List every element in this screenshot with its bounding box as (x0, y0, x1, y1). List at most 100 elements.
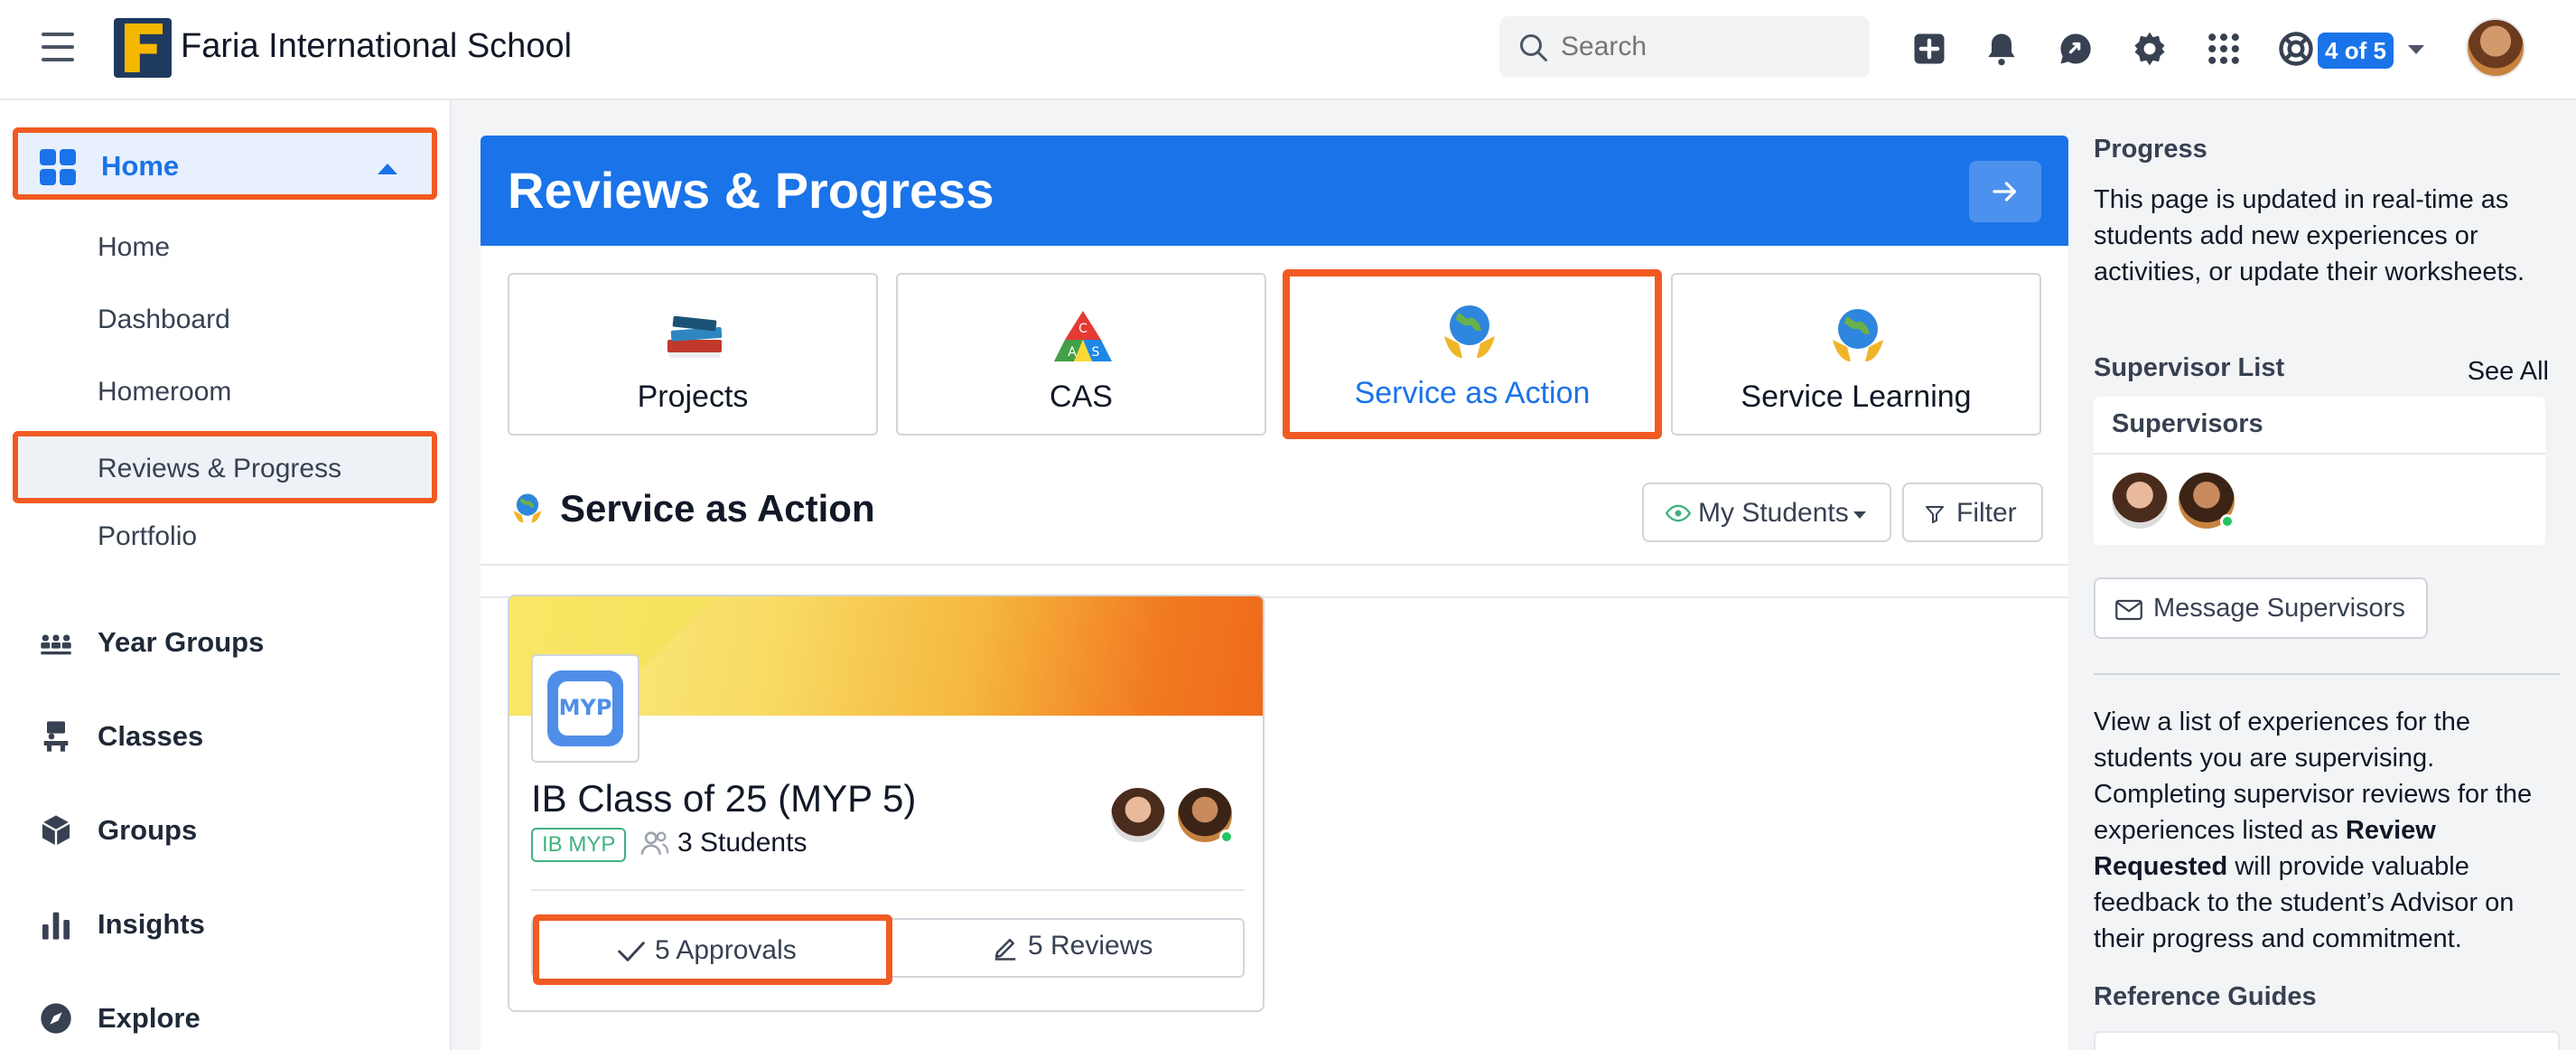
sidebar-item-classes[interactable]: Classes (0, 704, 452, 767)
tab-projects[interactable]: Projects (508, 273, 878, 436)
right-panel: Progress This page is updated in real-ti… (2077, 100, 2576, 1050)
dashboard-grid-icon (40, 149, 78, 187)
approvals-label: 5 Approvals (655, 935, 797, 965)
user-avatar[interactable] (2466, 18, 2525, 78)
chevron-up-icon[interactable] (378, 164, 397, 174)
supervisor-list-heading: Supervisor List (2094, 353, 2285, 382)
search-icon (1520, 34, 1547, 61)
pencil-icon (994, 939, 1016, 961)
sidebar-subitem-portfolio[interactable]: Portfolio (98, 521, 197, 552)
tab-label: CAS (1050, 380, 1113, 414)
main-content: Reviews & Progress Projects C A S CAS Se… (481, 136, 2068, 1050)
sidebar-item-year-groups[interactable]: Year Groups (0, 610, 452, 673)
sidebar-subitem-dashboard[interactable]: Dashboard (98, 305, 230, 335)
supervisors-box: Supervisors (2094, 397, 2545, 545)
svg-text:A: A (1068, 345, 1077, 360)
sidebar-item-label: Classes (98, 720, 204, 752)
help-lifebuoy-icon[interactable] (2276, 29, 2316, 69)
sidebar-item-label: Insights (98, 908, 205, 940)
tab-service-as-action[interactable]: Service as Action (1283, 269, 1662, 439)
sidebar-item-insights[interactable]: Insights (0, 892, 452, 955)
tab-label: Projects (637, 380, 749, 414)
progress-heading: Progress (2094, 135, 2207, 164)
chevron-down-icon[interactable] (2408, 45, 2424, 54)
sidebar: Home Home Dashboard Homeroom Reviews & P… (0, 100, 452, 1050)
cube-icon (42, 815, 70, 846)
sidebar-subitem-reviews-progress[interactable]: Reviews & Progress (13, 431, 437, 503)
add-icon[interactable] (1909, 29, 1949, 69)
globe-hands-icon (1833, 309, 1883, 361)
see-all-link[interactable]: See All (2468, 357, 2549, 387)
classes-icon (43, 721, 69, 752)
svg-text:C: C (1078, 322, 1087, 336)
sidebar-subitem-home[interactable]: Home (98, 232, 170, 263)
school-name[interactable]: Faria International School (181, 27, 572, 66)
online-status-dot (2220, 514, 2235, 529)
students-count: 3 Students (677, 828, 807, 858)
search-box[interactable] (1499, 16, 1870, 78)
myp-logo: MYP (531, 654, 639, 763)
progress-description: This page is updated in real-time as stu… (2094, 185, 2525, 286)
caret-down-icon (1853, 511, 1866, 519)
students-icon (640, 831, 669, 855)
school-logo[interactable] (114, 18, 172, 78)
tab-cas[interactable]: C A S CAS (896, 273, 1266, 436)
message-supervisors-button[interactable]: Message Supervisors (2094, 577, 2428, 639)
class-title[interactable]: IB Class of 25 (MYP 5) (531, 777, 916, 820)
section-title: Service as Action (560, 487, 875, 530)
search-input[interactable] (1561, 29, 1850, 65)
tab-service-learning[interactable]: Service Learning (1671, 273, 2041, 436)
supervisor-avatar[interactable] (2112, 473, 2168, 529)
reviews-progress-header: Reviews & Progress (481, 136, 2068, 246)
bar-chart-icon (42, 912, 70, 940)
eye-icon (1666, 504, 1691, 522)
my-students-dropdown[interactable]: My Students (1642, 483, 1891, 542)
sidebar-item-label: Groups (98, 814, 198, 846)
online-status-dot (1219, 830, 1234, 844)
svg-text:S: S (1092, 345, 1100, 360)
chat-icon[interactable] (2056, 29, 2095, 69)
card-actions: 5 Reviews 5 Approvals (531, 914, 1245, 985)
progress-badge[interactable]: 4 of 5 (2318, 33, 2394, 69)
filter-icon (1926, 506, 1944, 523)
sidebar-item-explore[interactable]: Explore (0, 986, 452, 1049)
sidebar-item-label: Year Groups (98, 626, 265, 658)
filter-button[interactable]: Filter (1902, 483, 2043, 542)
arrow-right-icon (1993, 182, 2017, 202)
compass-icon (41, 1003, 71, 1034)
reviews-button[interactable]: 5 Reviews (892, 920, 1245, 976)
sidebar-item-home[interactable]: Home (13, 127, 437, 200)
program-tabs: Projects C A S CAS Service as Action Ser… (481, 246, 2068, 598)
books-icon (667, 315, 723, 358)
bell-icon[interactable] (1982, 29, 2021, 69)
myp-logo-text: MYP (558, 695, 612, 720)
sidebar-item-label: Home (101, 150, 180, 182)
envelope-icon (2115, 599, 2142, 621)
reference-guides-heading: Reference Guides (2094, 982, 2317, 1011)
sidebar-subitem-label: Reviews & Progress (98, 454, 342, 483)
sidebar-item-groups[interactable]: Groups (0, 798, 452, 861)
my-students-label: My Students (1698, 498, 1849, 528)
top-bar: Faria International School 4 of 5 (0, 0, 2576, 100)
class-card[interactable]: MYP IB Class of 25 (MYP 5) IB MYP 3 Stud… (508, 595, 1265, 1012)
tab-label: Service as Action (1354, 376, 1591, 410)
divider (481, 564, 2068, 566)
globe-hands-icon (1444, 305, 1495, 358)
checkmark-icon (618, 942, 645, 961)
year-groups-icon (41, 634, 71, 655)
divider (2094, 673, 2560, 675)
approvals-button[interactable]: 5 Approvals (533, 914, 892, 985)
reference-guides-box (2094, 1031, 2560, 1050)
sidebar-subitem-homeroom[interactable]: Homeroom (98, 377, 231, 408)
apps-grid-icon[interactable] (2204, 29, 2244, 69)
open-page-button[interactable] (1969, 161, 2041, 222)
supervisor-avatar[interactable] (1109, 786, 1167, 844)
gear-icon[interactable] (2130, 29, 2170, 69)
sidebar-item-label: Explore (98, 1002, 201, 1034)
card-divider (531, 889, 1245, 891)
filter-label: Filter (1956, 498, 2017, 528)
info-text-part-1: View a list of experiences for the stude… (2094, 708, 2533, 845)
menu-icon[interactable] (42, 33, 74, 63)
globe-hands-icon (513, 493, 542, 523)
page-title: Reviews & Progress (508, 162, 994, 219)
